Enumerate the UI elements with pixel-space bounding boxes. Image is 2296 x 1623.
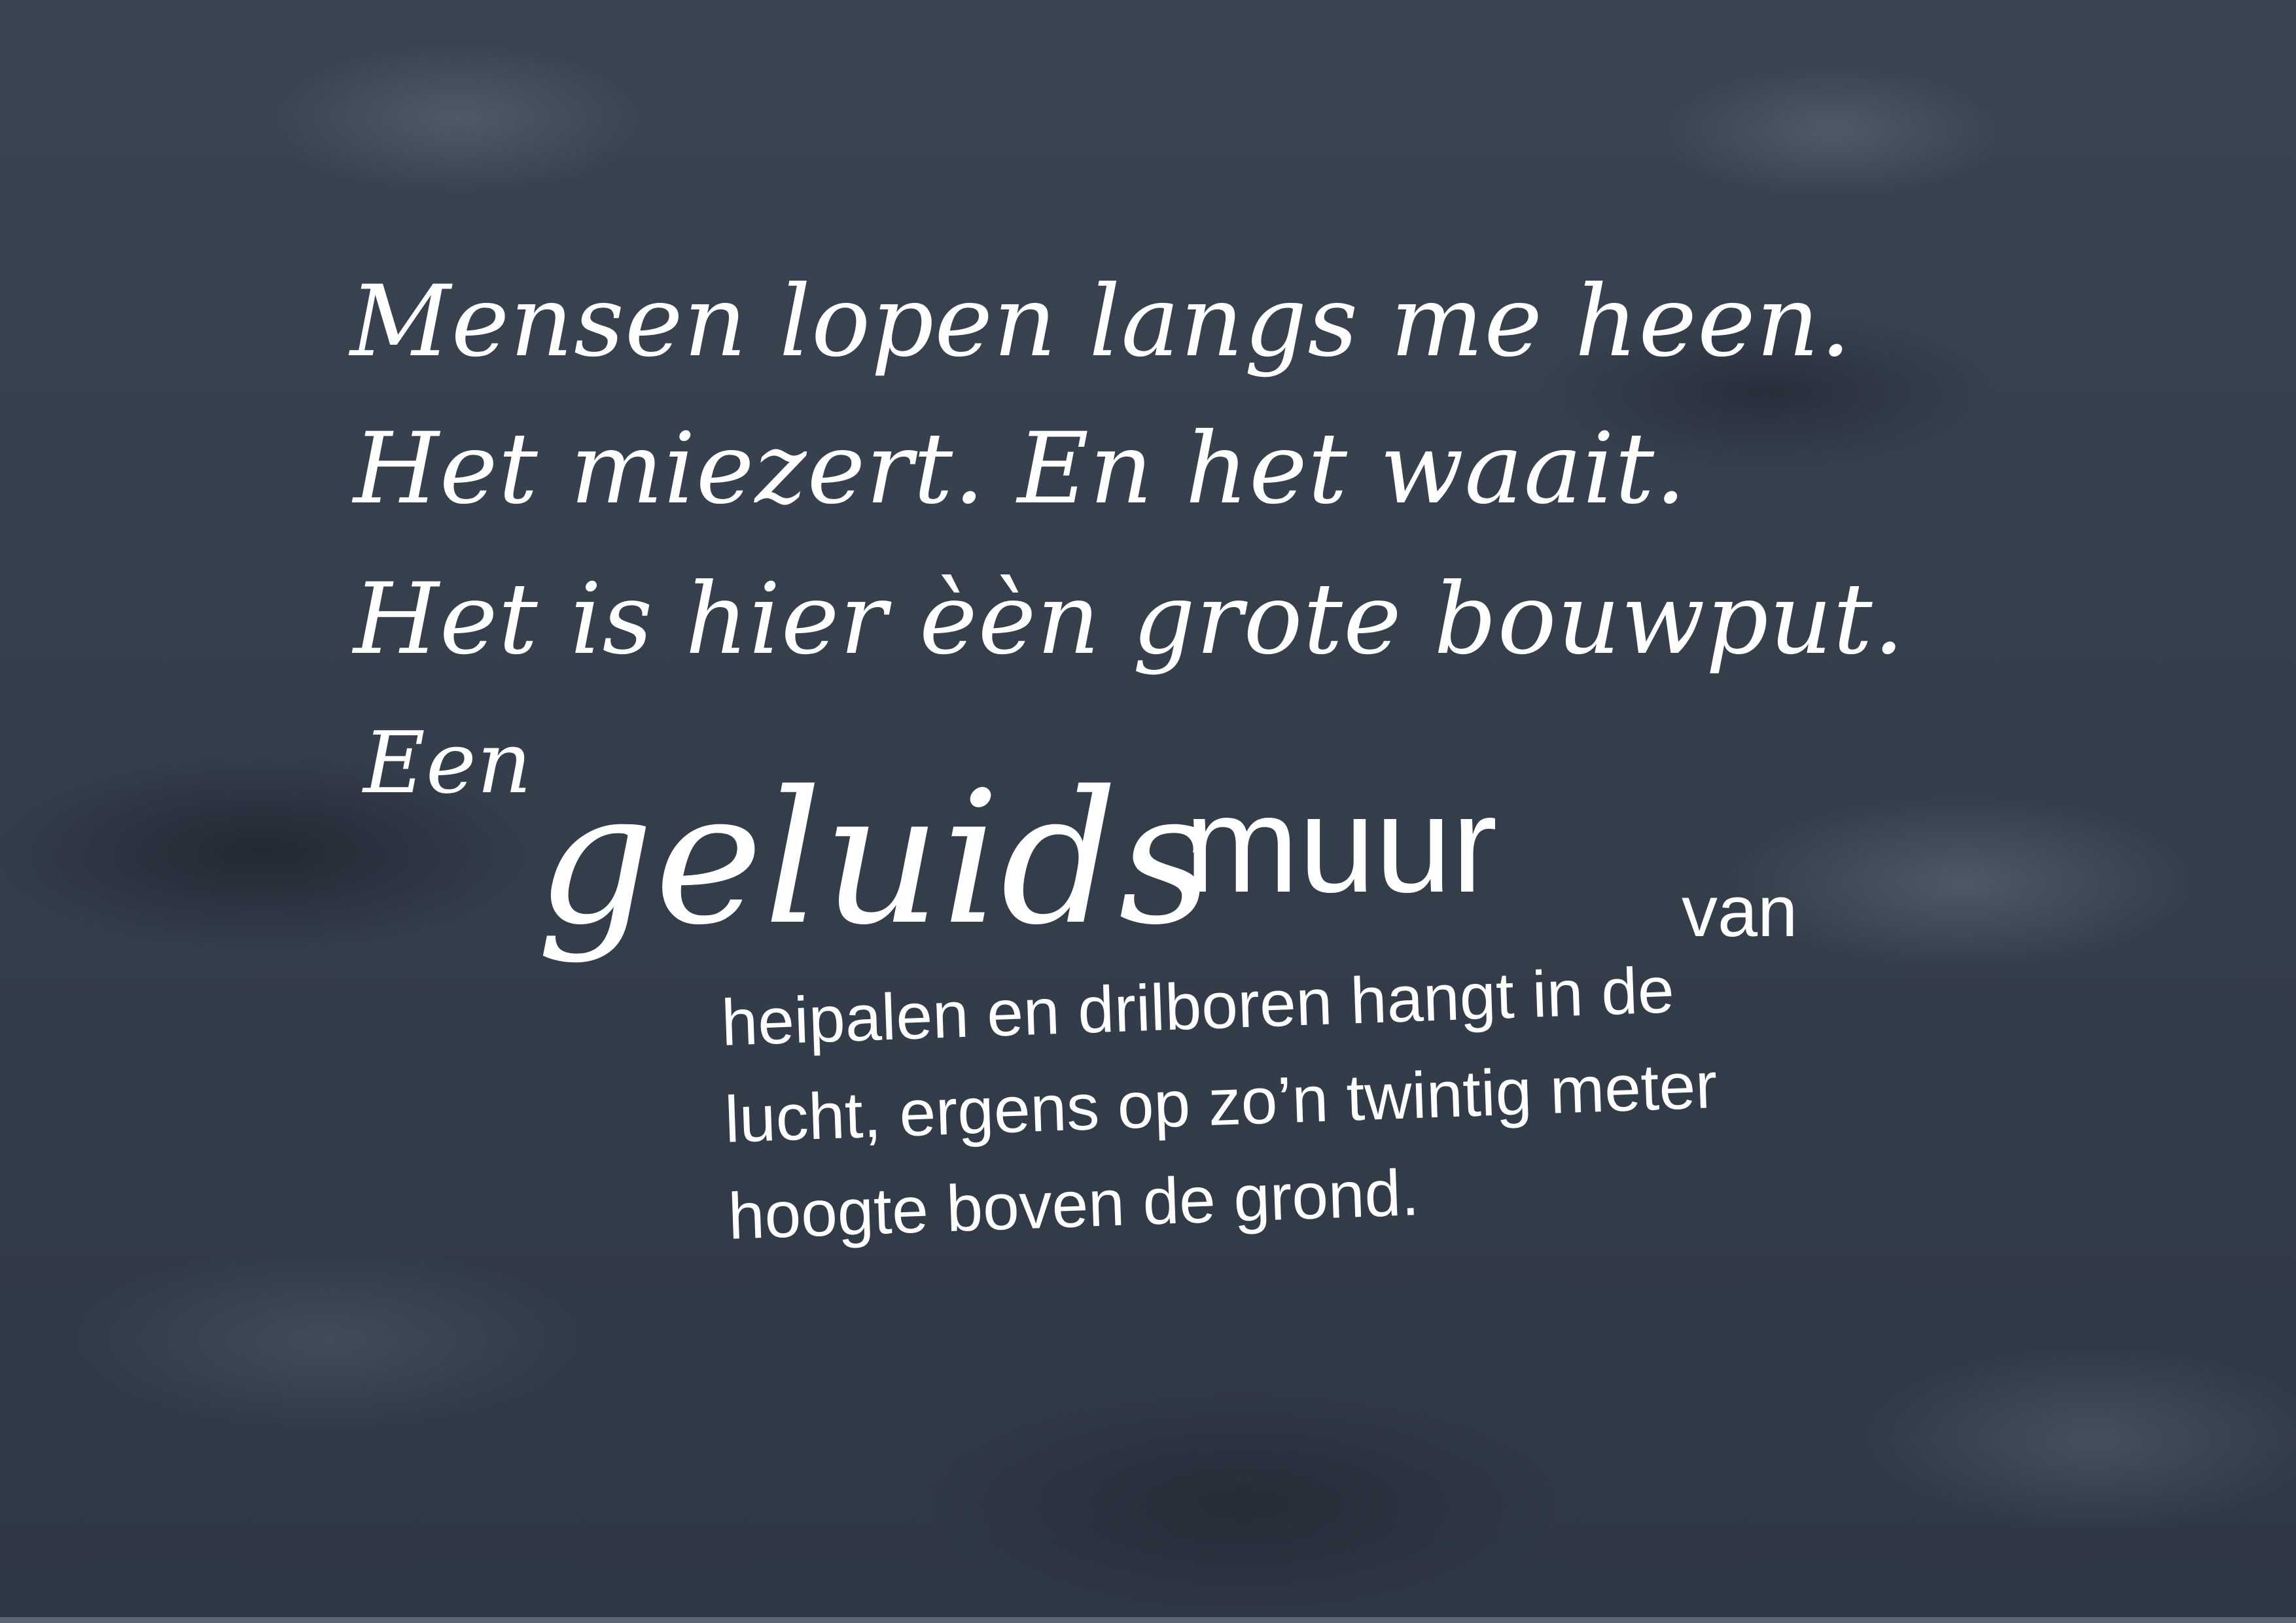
poem-word-een: Een bbox=[363, 713, 533, 812]
poem-word-geluids: geluids bbox=[537, 752, 1214, 966]
poem-word-muur: muur bbox=[1184, 767, 1498, 921]
poem-line-2: Het miezert. En het waait. bbox=[353, 412, 1687, 526]
poster-canvas: Mensen lopen langs me heen. Het miezert.… bbox=[0, 0, 2296, 1623]
bottom-edge-strip bbox=[0, 1617, 2296, 1623]
poem-line-1: Mensen lopen langs me heen. bbox=[350, 265, 1852, 379]
poem-line-3: Het is hier èèn grote bouwput. bbox=[353, 563, 1905, 676]
poem-paragraph: heipalen en drilboren hangt in de lucht,… bbox=[720, 940, 1722, 1265]
